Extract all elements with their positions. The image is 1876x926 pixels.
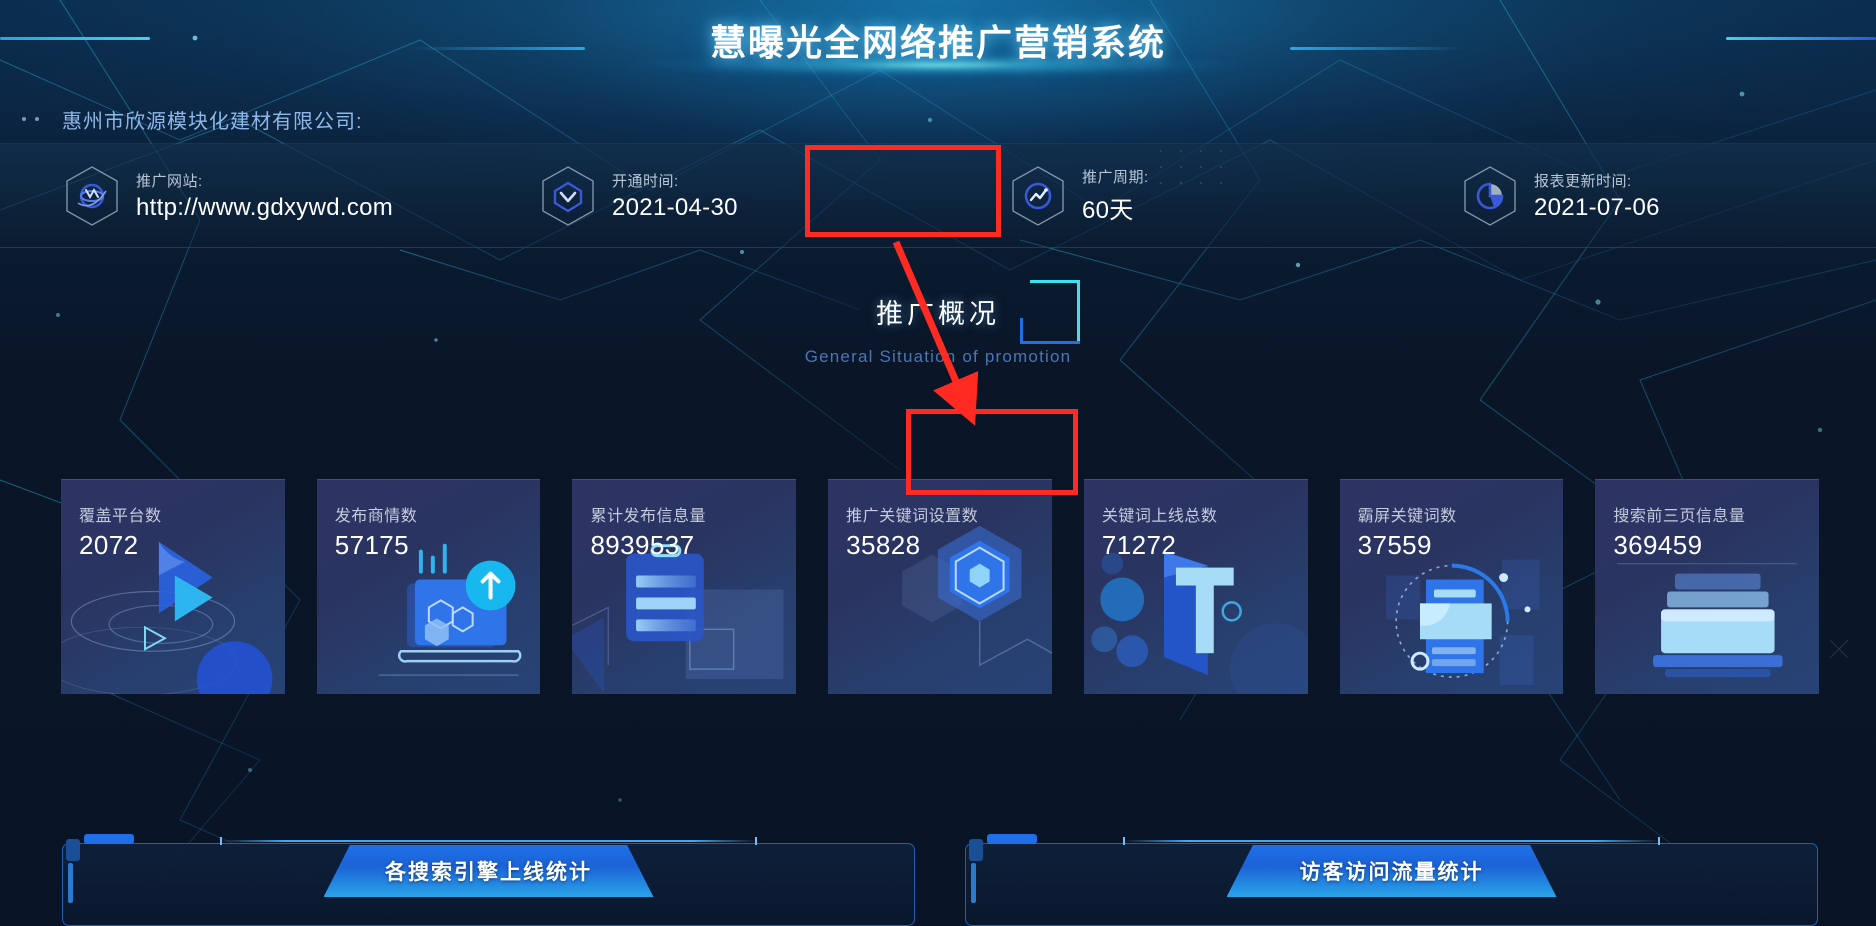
company-name: 惠州市欣源模块化建材有限公司: (62, 111, 363, 133)
stat-card-value: 2072 (79, 530, 139, 560)
panel-edge-marker (971, 863, 976, 903)
bottom-panels: 各搜索引擎上线统计 访客访问流量统计 (62, 829, 1818, 926)
info-bar: 推广网站: http://www.gdxywd.com 开通时间: 2021-0… (0, 143, 1876, 248)
stat-card-top-three-pages[interactable]: 搜索前三页信息量 369459 (1595, 479, 1820, 694)
header-line-right-outer (1726, 37, 1876, 40)
info-value-report-time: 2021-07-06 (1534, 193, 1660, 221)
dashboard-root: 慧曝光全网络推广营销系统 惠州市欣源模块化建材有限公司: 推广网站: http:… (0, 0, 1876, 926)
page-title: 慧曝光全网络推广营销系统 (709, 22, 1167, 63)
panel-corner-bar (84, 834, 134, 844)
stat-card-label: 霸屏关键词数 (1357, 508, 1457, 525)
stat-card-value: 71272 (1101, 530, 1177, 560)
section-header: 推广概况 General Situation of promotion (0, 280, 1876, 367)
stat-card-platforms[interactable]: 覆盖平台数 2072 (61, 479, 285, 694)
stat-card-total-published[interactable]: 累计发布信息量 8939537 (572, 479, 797, 694)
trend-hex-icon (1010, 165, 1066, 227)
panel-tab-search-engine-stats[interactable]: 各搜索引擎上线统计 (323, 845, 654, 897)
stat-card-value: 35828 (846, 530, 921, 560)
info-value-cycle: 60天 (1082, 197, 1134, 224)
stat-card-value: 57175 (334, 530, 410, 560)
panel-search-engine-stats: 各搜索引擎上线统计 (62, 829, 915, 926)
info-value-open-date: 2021-04-30 (612, 193, 738, 221)
bullet-dots-icon (22, 117, 39, 121)
panel-tab-visitor-traffic-stats[interactable]: 访客访问流量统计 (1226, 845, 1557, 897)
panel-edge-marker (68, 863, 73, 903)
stat-card-grid: 覆盖平台数 2072 发布商情数 57175 累计发布信息量 8939537 推… (61, 479, 1820, 694)
panel-tab-label: 访客访问流量统计 (1299, 861, 1484, 884)
section-bracket-blue-icon (1020, 318, 1080, 344)
section-bracket-cyan-icon (1030, 280, 1080, 342)
header-line-right-inner (1290, 47, 1465, 50)
header-line-left-outer (0, 37, 150, 40)
info-value-website: http://www.gdxywd.com (136, 193, 394, 221)
section-title: 推广概况 (876, 299, 1000, 329)
panel-corner-cap (969, 839, 983, 861)
check-chevron-hex-icon (540, 165, 596, 227)
panel-tab-label: 各搜索引擎上线统计 (385, 861, 592, 884)
stat-card-dominating-keywords[interactable]: 霸屏关键词数 37559 (1339, 479, 1564, 694)
panel-corner-bar (987, 834, 1037, 844)
stat-card-published-info[interactable]: 发布商情数 57175 (316, 479, 541, 694)
panel-top-line (220, 837, 757, 845)
info-item-cycle[interactable]: 推广周期: 60天 (1010, 165, 1149, 227)
header-line-left-inner (410, 47, 585, 50)
info-item-website[interactable]: 推广网站: http://www.gdxywd.com (64, 165, 393, 227)
stat-card-label: 覆盖平台数 (79, 508, 162, 525)
stat-card-value: 37559 (1357, 530, 1432, 560)
stat-card-label: 发布商情数 (334, 508, 418, 525)
stat-card-value: 8939537 (590, 530, 695, 560)
panel-top-line (1123, 837, 1660, 845)
info-label-cycle: 推广周期: (1082, 169, 1149, 186)
panel-visitor-traffic-stats: 访客访问流量统计 (965, 829, 1818, 926)
info-label-open-date: 开通时间: (612, 172, 679, 190)
section-subtitle: General Situation of promotion (804, 347, 1072, 366)
info-label-website: 推广网站: (136, 172, 203, 190)
stat-card-value: 369459 (1613, 530, 1703, 560)
stat-card-keywords-online[interactable]: 关键词上线总数 71272 (1083, 479, 1308, 694)
info-item-report-time[interactable]: 报表更新时间: 2021-07-06 (1462, 165, 1660, 227)
panel-corner-cap (66, 839, 80, 861)
stat-card-label: 累计发布信息量 (590, 508, 706, 525)
pie-hex-icon (1462, 165, 1518, 227)
app-header: 慧曝光全网络推广营销系统 (0, 0, 1876, 95)
stat-card-keyword-settings[interactable]: 推广关键词设置数 35828 (828, 479, 1052, 694)
stat-card-label: 推广关键词设置数 (846, 508, 979, 525)
company-row: 惠州市欣源模块化建材有限公司: (0, 95, 1876, 143)
info-item-open-date[interactable]: 开通时间: 2021-04-30 (540, 165, 738, 227)
stat-card-label: 关键词上线总数 (1101, 508, 1218, 525)
stat-card-label: 搜索前三页信息量 (1613, 508, 1746, 525)
info-label-report-time: 报表更新时间: (1534, 172, 1632, 190)
globe-hex-icon (64, 165, 120, 227)
